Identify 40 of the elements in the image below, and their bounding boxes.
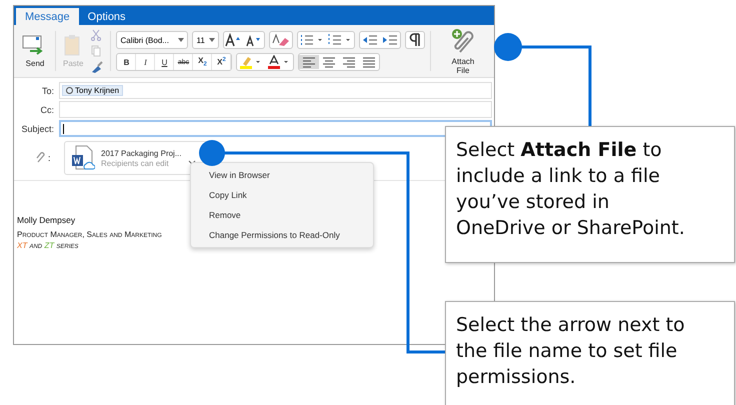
align-left-icon[interactable] — [299, 55, 320, 69]
ribbon-tab[interactable]: Message — [16, 8, 79, 25]
font-dropdown[interactable]: Calibri (Bod... — [116, 31, 188, 49]
field-label: Cc: — [40, 104, 55, 114]
menu-item[interactable]: Copy Link — [191, 185, 373, 205]
callout-text: Select Attach File to include a link to a file you’ve stored in OneDrive or SharePoint. — [456, 139, 685, 239]
format-button[interactable]: X$_{2}$ — [193, 54, 212, 70]
signature-name: Molly Dempsey — [17, 215, 76, 225]
brush-icon[interactable] — [90, 61, 104, 73]
attach-file-button[interactable]: Attach File — [442, 25, 490, 77]
format-button[interactable]: B — [117, 54, 136, 70]
signature-word: and — [29, 241, 42, 250]
field-label: : — [48, 153, 52, 163]
field-label: To: — [40, 86, 55, 96]
permission-note: Recipients can edit — [101, 158, 170, 168]
menu-item[interactable]: Remove — [191, 205, 373, 225]
format-button[interactable]: I — [136, 54, 156, 70]
input-field[interactable] — [59, 120, 492, 137]
field-label: Subject: — [20, 124, 55, 134]
font-size-dropdown[interactable]: 11 — [192, 31, 219, 49]
format-button[interactable]: X$^{2}$ — [212, 54, 232, 70]
caret-icon — [178, 38, 184, 42]
eraser-icon[interactable] — [270, 33, 292, 47]
menu-item[interactable]: Change Permissions to Read-Only — [191, 225, 373, 245]
input-field[interactable] — [59, 101, 492, 118]
caret-icon — [208, 38, 215, 42]
signature-word: ZT — [44, 241, 54, 250]
paperclip-icon — [36, 152, 46, 164]
ribbon-tab[interactable]: Options — [78, 8, 135, 25]
send-button[interactable]: Send — [18, 25, 52, 77]
word-document-icon — [71, 145, 95, 171]
callout-text: Select the arrow next to the file name to set file permissions. — [456, 314, 685, 388]
recipient-chip[interactable]: Tony Krijnen — [62, 85, 124, 96]
format-button[interactable]: U — [155, 54, 174, 70]
paperclip-icon — [450, 28, 476, 54]
signature-title: Product Manager, Sales and Marketing — [17, 230, 162, 239]
signature-word: XT — [17, 241, 28, 250]
file-name: 2017 Packaging Proj... — [101, 148, 182, 158]
recipient-field[interactable]: Tony Krijnen — [59, 82, 492, 99]
signature-word: series — [56, 241, 78, 250]
